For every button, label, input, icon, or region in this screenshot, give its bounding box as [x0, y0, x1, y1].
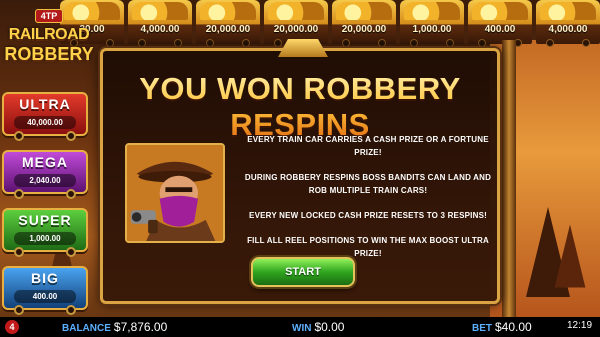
wheel-icon — [14, 189, 24, 199]
jackpot-amount: 2,040.00 — [14, 174, 76, 187]
jackpot-amount: 1,000.00 — [14, 232, 76, 245]
train-car-value: 20,000.00 — [341, 24, 387, 35]
wheel-icon — [410, 39, 418, 47]
logo-badge: 4TP — [34, 9, 64, 23]
jackpot-panel: ULTRA 40,000.00 MEGA 2,040.00 SUPER 1,00… — [2, 92, 88, 324]
wheel-icon — [14, 305, 24, 315]
train-car-value: 4,000.00 — [140, 24, 180, 35]
pine-tree — [554, 224, 586, 288]
win-label: WIN — [292, 323, 312, 334]
wheel-icon — [378, 39, 386, 47]
gold-pile-icon — [540, 2, 596, 20]
jackpot-ultra: ULTRA 40,000.00 — [2, 92, 88, 141]
win-display: WIN $0.00 — [292, 320, 344, 334]
rule-text: DURING ROBBERY RESPINS BOSS BANDITS CAN … — [244, 173, 492, 195]
train-car-value: 4,000.00 — [548, 24, 588, 35]
wheel-icon — [206, 39, 214, 47]
jackpot-amount: 400.00 — [14, 290, 76, 303]
bet-label: BET — [472, 323, 492, 334]
train-car-value: 20,000.00 — [205, 24, 251, 35]
logo-line-2: ROBBERY — [4, 44, 94, 64]
balance-value: $7,876.00 — [113, 320, 168, 334]
status-bar: 4 BALANCE $7,876.00 WIN $0.00 BET $40.00 12… — [0, 317, 600, 337]
bandit-portrait — [125, 143, 225, 243]
gold-pile-icon — [404, 2, 460, 20]
win-value: $0.00 — [314, 320, 345, 334]
clock: 12:19 — [567, 320, 593, 331]
jackpot-name: MEGA — [22, 154, 68, 170]
bandit-icon — [127, 145, 223, 241]
train-car-value: 400.00 — [484, 24, 516, 35]
train-car-value: 1,000.00 — [412, 24, 452, 35]
jackpot-big: BIG 400.00 — [2, 266, 88, 315]
jackpot-mega: MEGA 2,040.00 — [2, 150, 88, 199]
jackpot-name: BIG — [31, 270, 59, 286]
jackpot-name: SUPER — [18, 212, 72, 228]
wheel-icon — [66, 189, 76, 199]
train-car: 20,000.00 — [196, 0, 260, 47]
jackpot-name: ULTRA — [19, 96, 71, 112]
train-car-value: 20,000.00 — [273, 24, 319, 35]
bet-value: $40.00 — [495, 320, 532, 334]
wheel-icon — [174, 39, 182, 47]
gold-pile-icon — [268, 2, 324, 20]
train-car: 4,000.00 — [536, 0, 600, 47]
train-car: 400.00 — [468, 0, 532, 47]
gold-pile-icon — [472, 2, 528, 20]
wheel-icon — [66, 131, 76, 141]
start-button[interactable]: START — [251, 257, 355, 287]
rules-list: EVERY TRAIN CAR CARRIES A CASH PRIZE OR … — [243, 133, 493, 272]
balance-label: BALANCE — [62, 323, 111, 334]
logo-line-1: RAILROAD — [8, 26, 90, 43]
frame-pillar — [502, 40, 516, 320]
train-car: 1,000.00 — [400, 0, 464, 47]
wheel-icon — [478, 39, 486, 47]
rule-text: EVERY NEW LOCKED CASH PRIZE RESETS TO 3 … — [249, 211, 487, 220]
wheel-icon — [274, 39, 282, 47]
wheel-icon — [582, 39, 590, 47]
jackpot-amount: 40,000.00 — [14, 116, 76, 129]
balance-display: BALANCE $7,876.00 — [62, 320, 167, 334]
wheel-icon — [66, 305, 76, 315]
top-train-cars: 30.00 4,000.00 20,000.00 20,000.00 20,00… — [60, 0, 600, 47]
jackpot-super: SUPER 1,000.00 — [2, 208, 88, 257]
menu-button[interactable]: 4 — [5, 320, 19, 334]
gold-pile-icon — [336, 2, 392, 20]
wheel-icon — [14, 247, 24, 257]
wheel-icon — [66, 247, 76, 257]
wheel-icon — [138, 39, 146, 47]
train-car: 20,000.00 — [264, 0, 328, 47]
game-logo: 4TP RAILROAD ROBBERY — [2, 6, 96, 76]
gold-pile-icon — [132, 2, 188, 20]
wheel-icon — [546, 39, 554, 47]
wheel-icon — [14, 131, 24, 141]
train-car: 20,000.00 — [332, 0, 396, 47]
rule-text: EVERY TRAIN CAR CARRIES A CASH PRIZE OR … — [247, 135, 489, 157]
gold-pile-icon — [200, 2, 256, 20]
wheel-icon — [342, 39, 350, 47]
feature-win-popup: YOU WON ROBBERY RESPINS EVERY TRAIN CAR … — [100, 39, 500, 304]
wheel-icon — [446, 39, 454, 47]
train-car: 4,000.00 — [128, 0, 192, 47]
wheel-icon — [106, 39, 114, 47]
wheel-icon — [242, 39, 250, 47]
bet-display[interactable]: BET $40.00 — [472, 320, 532, 334]
